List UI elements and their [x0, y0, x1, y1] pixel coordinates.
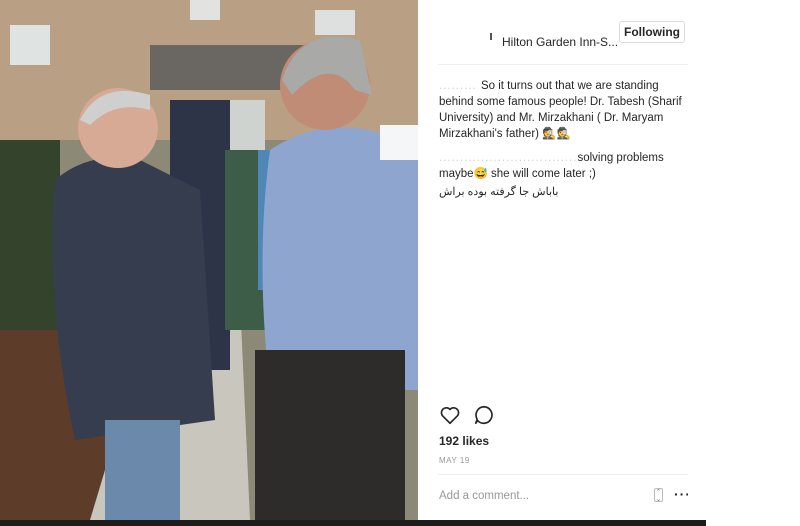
bottom-strip	[0, 520, 706, 526]
location-link[interactable]: Hilton Garden Inn-S...	[502, 35, 618, 49]
add-comment-input[interactable]: Add a comment...	[439, 490, 529, 502]
following-button[interactable]: Following	[619, 21, 685, 43]
divider	[438, 474, 688, 475]
location-pin-icon	[490, 33, 492, 40]
post-header: Hilton Garden Inn-S... Following	[438, 20, 688, 50]
divider	[438, 64, 688, 65]
likes-count[interactable]: 192 likes	[439, 434, 489, 448]
post-actions	[439, 404, 689, 428]
post-sidebar: Hilton Garden Inn-S... Following .......…	[418, 0, 690, 520]
post-caption: ......... So it turns out that we are st…	[439, 78, 689, 200]
username-blurred: .........	[439, 80, 481, 92]
comment-bubble-icon[interactable]	[473, 404, 495, 426]
caption-line-1: ......... So it turns out that we are st…	[439, 80, 682, 140]
spinner-icon: ⌃ ⌄	[654, 488, 663, 503]
caption-line-2: .................................solving…	[439, 152, 664, 180]
post-date: MAY 19	[439, 456, 470, 465]
post-photo[interactable]	[0, 0, 418, 520]
heart-icon[interactable]	[439, 404, 461, 426]
caption-line-3: باباش جا گرفته بوده براش	[439, 186, 559, 198]
username-blurred: .................................	[439, 152, 578, 164]
blank-area	[688, 0, 800, 520]
